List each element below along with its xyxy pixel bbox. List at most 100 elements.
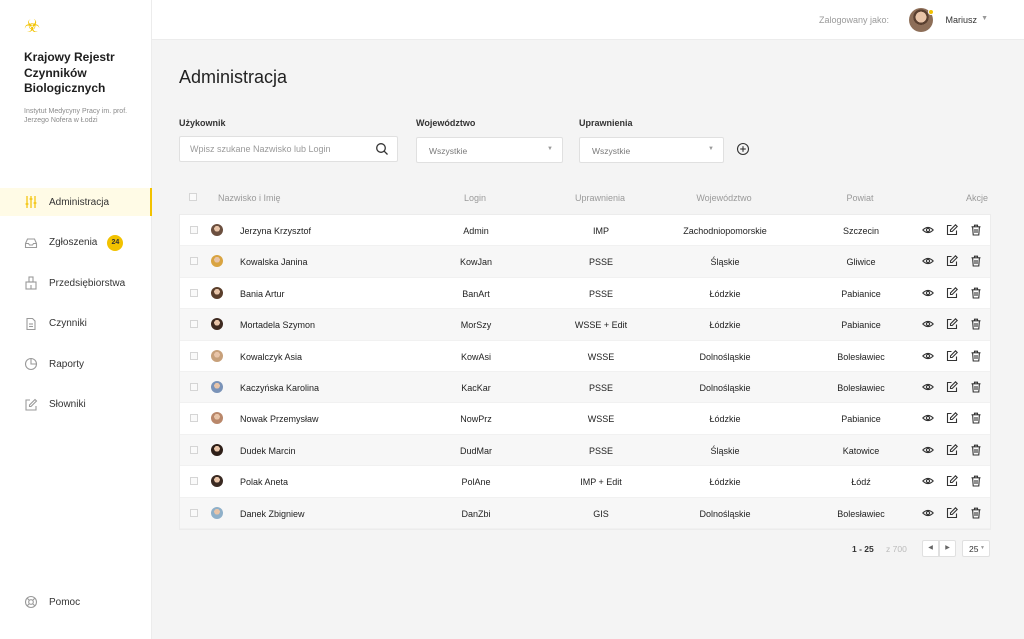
sidebar-item-label: Czynniki [49, 318, 87, 329]
eye-icon[interactable] [922, 318, 934, 330]
table-row[interactable]: Kaczyńska Karolina KacKar PSSE Dolnośląskie… [180, 371, 990, 404]
user-name-cell: Kaczyńska Karolina [240, 382, 320, 393]
edit-icon[interactable] [946, 506, 958, 519]
trash-icon[interactable] [970, 318, 982, 330]
table-row[interactable]: Bania Artur BanArt PSSE Łódzkie Pabianice [180, 278, 990, 310]
row-checkbox[interactable] [190, 226, 198, 234]
permissions-cell: PSSE [588, 382, 614, 393]
eye-icon[interactable] [922, 255, 934, 267]
trash-icon[interactable] [970, 224, 982, 236]
pie-chart-icon [24, 357, 38, 371]
trash-icon[interactable] [970, 381, 982, 393]
trash-icon[interactable] [970, 287, 982, 299]
edit-icon[interactable] [946, 475, 958, 487]
edit-icon[interactable] [946, 255, 958, 267]
table-row[interactable]: Danek Zbigniew DanZbi GIS Dolnośląskie Boles… [180, 497, 990, 529]
column-header-name[interactable]: Nazwisko i Imię [218, 193, 281, 203]
permissions-cell: IMP + Edit [580, 477, 622, 488]
next-page-button[interactable]: ▶ [939, 540, 956, 557]
row-checkbox[interactable] [190, 320, 198, 329]
sidebar-item-administracja[interactable]: Administracja [0, 188, 152, 216]
table-row[interactable]: Nowak Przemysław NowPrz WSSE Łódzkie Pabiani… [180, 403, 990, 435]
sidebar-item-zgloszenia[interactable]: Zgłoszenia 24 [0, 229, 152, 257]
row-checkbox[interactable] [190, 445, 198, 454]
trash-icon[interactable] [970, 507, 982, 519]
eye-icon[interactable] [922, 381, 934, 393]
trash-icon[interactable] [970, 255, 982, 267]
login-cell: Admin [463, 226, 489, 236]
page-size-value: 25 [969, 544, 979, 554]
table-row[interactable]: Dudek Marcin DudMar PSSE Śląskie Katowice [180, 434, 990, 467]
user-name-cell: Kowalska Janina [240, 257, 308, 268]
table-row[interactable]: Polak Aneta PolAne IMP + Edit Łódzkie Łódź [180, 466, 990, 498]
sidebar-item-raporty[interactable]: Raporty [0, 350, 152, 378]
sidebar-item-slowniki[interactable]: Słowniki [0, 391, 152, 419]
edit-icon[interactable] [946, 349, 958, 362]
eye-icon[interactable] [922, 287, 934, 299]
sidebar-item-label: Raporty [49, 358, 85, 370]
pagination-total: z 700 [886, 544, 907, 554]
table-row[interactable]: Kowalska Janina KowJan PSSE Śląskie Gliwice [180, 246, 990, 278]
login-cell: BanArt [462, 288, 490, 299]
eye-icon[interactable] [922, 350, 934, 362]
table-row[interactable]: Mortadela Szymon MorSzy WSSE + Edit Łódzkie… [180, 309, 990, 341]
row-checkbox[interactable] [190, 288, 198, 297]
page-size-select[interactable]: 25 ▼ [962, 540, 990, 557]
edit-icon[interactable] [946, 412, 958, 424]
row-checkbox[interactable] [190, 477, 198, 486]
eye-icon[interactable] [922, 224, 934, 236]
column-header-voivodeship[interactable]: Województwo [696, 193, 751, 203]
row-checkbox[interactable] [190, 257, 198, 266]
sidebar-item-label: Zgłoszenia [49, 237, 98, 248]
permissions-cell: PSSE [588, 445, 614, 456]
row-checkbox[interactable] [190, 508, 198, 517]
trash-icon[interactable] [970, 412, 982, 424]
eye-icon[interactable] [922, 507, 934, 519]
help-link[interactable]: Pomoc [24, 595, 80, 609]
status-dot [928, 9, 934, 15]
user-name[interactable]: Mariusz [945, 15, 977, 25]
search-field[interactable] [179, 136, 398, 162]
voivodeship-select[interactable]: Wszystkie ▼ [416, 137, 563, 163]
eye-icon[interactable] [922, 475, 934, 487]
edit-icon[interactable] [946, 224, 958, 236]
voivodeship-cell: Łódzkie [709, 320, 741, 331]
trash-icon[interactable] [970, 444, 982, 456]
app-title: Krajowy Rejestr Czynników Biologicznych [24, 50, 115, 95]
edit-icon[interactable] [946, 443, 958, 456]
column-header-county[interactable]: Powiat [846, 193, 873, 203]
sidebar-item-przedsiebiorstwa[interactable]: Przedsiębiorstwa [0, 269, 152, 297]
notification-badge: 24 [107, 234, 124, 251]
previous-page-button[interactable]: ◀ [922, 540, 939, 557]
row-checkbox[interactable] [190, 414, 198, 423]
trash-icon[interactable] [970, 475, 982, 487]
user-name-cell: Nowak Przemysław [240, 414, 319, 425]
table-row[interactable]: Kowalczyk Asia KowAsi WSSE Dolnośląskie Bole… [180, 341, 990, 372]
sidebar-item-label: Administracja [49, 196, 110, 208]
column-header-login[interactable]: Login [464, 193, 486, 203]
sidebar-item-czynniki[interactable]: Czynniki [0, 310, 152, 338]
edit-icon[interactable] [946, 318, 958, 330]
row-checkbox[interactable] [190, 351, 198, 360]
edit-icon[interactable] [946, 380, 958, 393]
edit-icon[interactable] [946, 286, 958, 299]
avatar [211, 255, 223, 268]
select-all-checkbox[interactable] [189, 193, 197, 201]
trash-icon[interactable] [970, 350, 982, 362]
sidebar-nav: Administracja Zgłoszenia 24 Przedsiębior… [0, 188, 152, 431]
eye-icon[interactable] [922, 412, 934, 424]
row-checkbox[interactable] [190, 382, 198, 391]
voivodeship-cell: Łódzkie [709, 288, 741, 299]
add-user-icon[interactable] [736, 142, 750, 156]
county-cell: Gliwice [846, 257, 876, 268]
avatar [211, 443, 223, 456]
eye-icon[interactable] [922, 444, 934, 456]
chevron-down-icon[interactable]: ▼ [981, 15, 988, 22]
permissions-cell: WSSE + Edit [574, 320, 628, 331]
column-header-permissions[interactable]: Uprawnienia [575, 193, 625, 203]
permissions-select[interactable]: Wszystkie ▼ [579, 137, 724, 163]
search-icon[interactable] [375, 142, 389, 156]
search-input[interactable] [190, 144, 370, 154]
login-cell: DudMar [459, 445, 493, 456]
table-row[interactable]: Jerzyna Krzysztof Admin IMP Zachodniopomors… [180, 215, 990, 247]
